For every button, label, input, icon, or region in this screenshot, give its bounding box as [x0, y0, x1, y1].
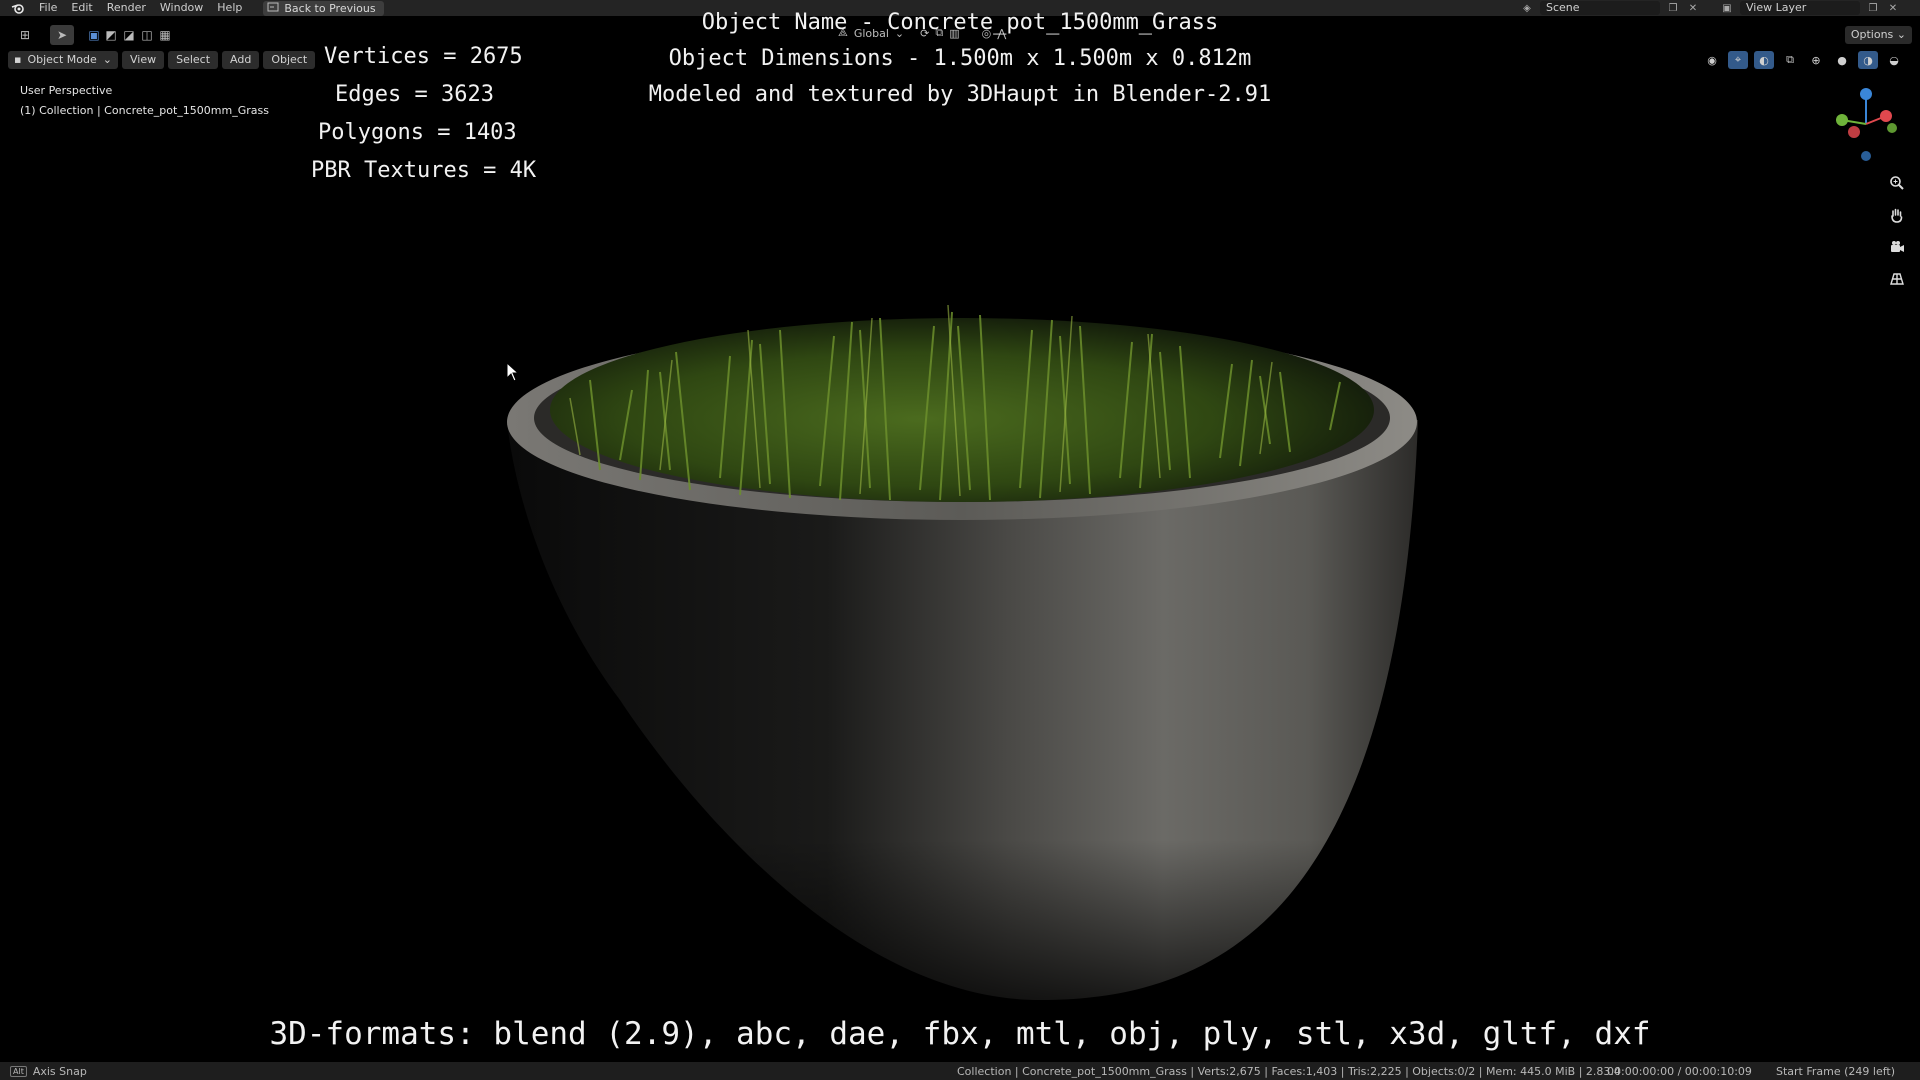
formats-caption: 3D-formats: blend (2.9), abc, dae, fbx, …	[269, 1016, 1651, 1052]
object-name-title: Object Name - Concrete_pot_1500mm_Grass	[701, 10, 1219, 35]
object-dimensions: Object Dimensions - 1.500m x 1.500m x 0.…	[668, 46, 1252, 71]
neg-y-axis-handle[interactable]	[1887, 123, 1897, 133]
hand-pan-icon[interactable]	[1886, 204, 1908, 226]
status-bar: Alt Axis Snap Collection | Concrete_pot_…	[0, 1062, 1920, 1080]
stat-pbr-textures: PBR Textures = 4K	[311, 158, 537, 183]
navigation-buttons	[1886, 172, 1908, 290]
axis-snap-hint: Alt Axis Snap	[10, 1065, 87, 1078]
axis-snap-label: Axis Snap	[32, 1064, 87, 1078]
alt-key-icon: Alt	[10, 1065, 27, 1077]
x-axis-handle[interactable]	[1880, 110, 1892, 122]
y-axis-handle[interactable]	[1836, 114, 1848, 126]
navigation-gizmo[interactable]	[1834, 86, 1900, 162]
z-axis-handle[interactable]	[1860, 88, 1872, 100]
stat-edges: Edges = 3623	[335, 82, 494, 107]
stat-vertices: Vertices = 2675	[324, 44, 523, 69]
stat-polygons: Polygons = 1403	[318, 120, 517, 145]
zoom-icon[interactable]	[1886, 172, 1908, 194]
mouse-cursor-icon	[506, 362, 520, 382]
neg-x-axis-handle[interactable]	[1848, 126, 1860, 138]
grass-surface	[550, 318, 1374, 502]
grid-icon[interactable]	[1886, 268, 1908, 290]
credit-line: Modeled and textured by 3DHaupt in Blend…	[648, 82, 1272, 107]
camera-icon[interactable]	[1886, 236, 1908, 258]
viewport-scene[interactable]	[0, 0, 1920, 1080]
scene-statistics: Collection | Concrete_pot_1500mm_Grass |…	[957, 1064, 1621, 1078]
timecode: 00:00:00:00 / 00:00:10:09	[1607, 1064, 1752, 1078]
start-frame-info: Start Frame (249 left)	[1776, 1064, 1896, 1078]
neg-z-axis-handle[interactable]	[1861, 151, 1871, 161]
